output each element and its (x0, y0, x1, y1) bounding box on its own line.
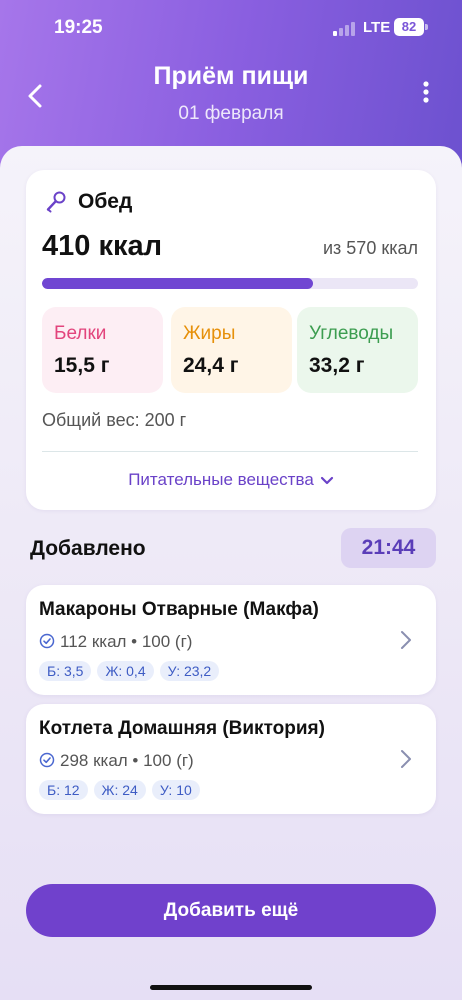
divider (42, 451, 418, 452)
home-indicator (150, 985, 312, 990)
chip-fat: Ж: 24 (93, 780, 146, 800)
battery-icon: 82 (394, 18, 424, 36)
macro-fat: Жиры 24,4 г (171, 307, 292, 393)
nutrients-toggle[interactable]: Питательные вещества (26, 470, 436, 490)
page-date: 01 февраля (178, 103, 284, 124)
macro-carbs: Углеводы 33,2 г (297, 307, 418, 393)
status-bar: 19:25 LTE 82 (0, 0, 462, 56)
calorie-progress-bar (42, 278, 418, 289)
total-weight: Общий вес: 200 г (42, 410, 187, 430)
food-item-macros: Б: 12 Ж: 24 У: 10 (39, 780, 206, 800)
macro-fat-label: Жиры (183, 323, 236, 344)
food-item[interactable]: Котлета Домашняя (Виктория) 298 ккал • 1… (26, 704, 436, 814)
macro-carbs-label: Углеводы (309, 323, 394, 344)
kcal-goal: из 570 ккал (322, 238, 418, 258)
food-item-kcal: 298 ккал • 100 (г) (60, 751, 194, 770)
verified-icon (39, 633, 55, 649)
more-vertical-icon (423, 81, 429, 103)
macro-protein-value: 15,5 г (54, 354, 110, 377)
food-item-info: 298 ккал • 100 (г) (39, 751, 194, 771)
meal-summary-card: Обед 410 ккал из 570 ккал Белки 15,5 г Ж… (26, 170, 436, 510)
add-more-button[interactable]: Добавить ещё (26, 884, 436, 937)
network-type: LTE (363, 19, 391, 36)
meal-icon (46, 191, 66, 213)
chip-fat: Ж: 0,4 (97, 661, 154, 681)
chevron-right-icon (401, 631, 411, 649)
food-item-name: Котлета Домашняя (Виктория) (39, 718, 325, 739)
meal-name: Обед (78, 190, 133, 213)
chevron-right-icon (401, 750, 411, 768)
calorie-progress-fill (42, 278, 313, 289)
status-time: 19:25 (54, 17, 103, 38)
macro-carbs-value: 33,2 г (309, 354, 365, 377)
kcal-eaten: 410 ккал (42, 230, 163, 262)
meal-time-button[interactable]: 21:44 (341, 528, 436, 568)
chevron-down-icon (320, 476, 333, 484)
chip-carbs: У: 10 (151, 780, 200, 800)
macro-fat-value: 24,4 г (183, 354, 239, 377)
verified-icon (39, 752, 55, 768)
signal-icon (333, 20, 357, 36)
food-item-name: Макароны Отварные (Макфа) (39, 599, 319, 620)
food-item-macros: Б: 3,5 Ж: 0,4 У: 23,2 (39, 661, 225, 681)
page-title: Приём пищи (153, 62, 309, 90)
chip-protein: Б: 3,5 (39, 661, 92, 681)
food-item[interactable]: Макароны Отварные (Макфа) 112 ккал • 100… (26, 585, 436, 695)
macro-protein: Белки 15,5 г (42, 307, 163, 393)
chip-carbs: У: 23,2 (159, 661, 220, 681)
added-section-title: Добавлено (30, 537, 146, 560)
nutrients-toggle-label: Питательные вещества (128, 470, 314, 489)
food-item-kcal: 112 ккал • 100 (г) (60, 632, 193, 651)
food-item-info: 112 ккал • 100 (г) (39, 632, 192, 652)
menu-button[interactable] (410, 76, 442, 108)
macro-protein-label: Белки (54, 323, 107, 344)
battery-tip (425, 24, 428, 30)
chip-protein: Б: 12 (39, 780, 88, 800)
